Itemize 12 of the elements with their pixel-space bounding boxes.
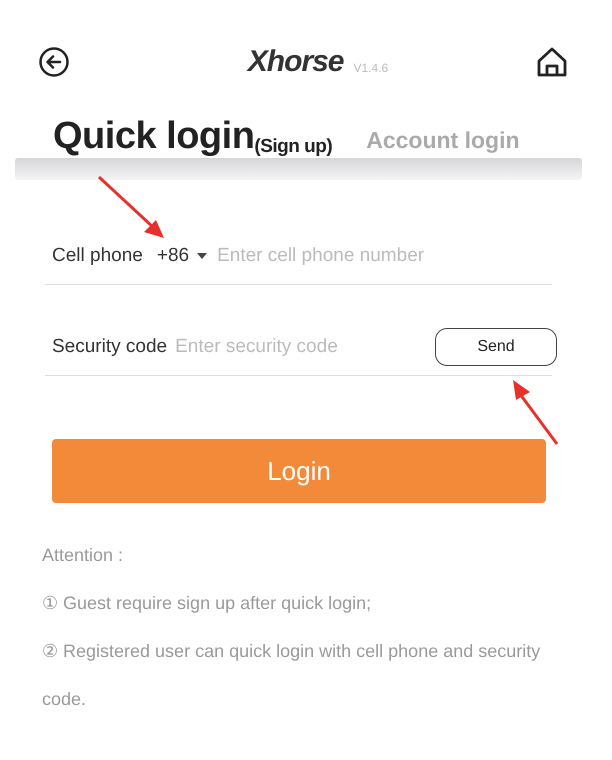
field-label: Security code xyxy=(52,336,168,358)
note-text: ② Registered user can quick login with cell phone and security code. xyxy=(42,640,542,711)
back-icon[interactable] xyxy=(38,46,70,78)
note-text: ① Guest require sign up after quick login; xyxy=(42,592,372,615)
version-label: V1.4.6 xyxy=(354,61,388,77)
notes-title: Attention : xyxy=(42,544,124,567)
logo: Xhorse xyxy=(248,45,344,79)
home-icon[interactable] xyxy=(536,46,568,78)
send-button[interactable]: Send xyxy=(435,328,557,366)
caret-icon[interactable] xyxy=(197,253,208,259)
country-code[interactable]: +86 xyxy=(156,245,190,267)
field-label: Cell phone xyxy=(52,245,143,267)
